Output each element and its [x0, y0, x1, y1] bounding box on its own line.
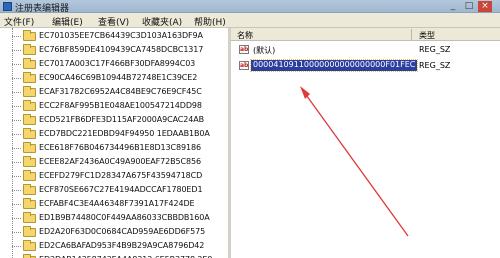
column-type-header[interactable]: 类型	[419, 30, 435, 41]
tree-item[interactable]: ECE618F76B046734496B1E8D13C89186	[0, 141, 228, 156]
folder-icon	[23, 240, 36, 251]
string-value-icon: ab	[239, 61, 249, 70]
folder-icon	[23, 58, 36, 69]
tree-item-label: EC701035EE7CB64439C3D103A163DF9A	[39, 31, 203, 40]
folder-icon	[23, 226, 36, 237]
tree-branch-line	[12, 120, 21, 121]
folder-icon	[23, 44, 36, 55]
title-bar: 注册表编辑器 _ □ ×	[0, 0, 500, 14]
value-type: REG_SZ	[419, 61, 451, 70]
tree-branch-line	[12, 218, 21, 219]
menu-edit[interactable]: 编辑(E)	[52, 15, 83, 28]
folder-icon	[23, 142, 36, 153]
value-row-selected[interactable]: ab 00004109110000000000000000F01FEC REG_…	[231, 59, 500, 73]
tree-item[interactable]: ECD521FB6DFE3D115AF2000A9CAC24AB	[0, 113, 228, 128]
tree-item[interactable]: ED2A20F63D0C0684CAD959AE6DD6F575	[0, 225, 228, 240]
folder-icon	[23, 156, 36, 167]
regedit-icon	[3, 2, 12, 11]
value-type: REG_SZ	[419, 45, 451, 54]
folder-icon	[23, 128, 36, 139]
minimize-button[interactable]: _	[446, 1, 460, 12]
value-row-default[interactable]: ab (默认) REG_SZ	[231, 43, 500, 57]
menu-file[interactable]: 文件(F)	[4, 15, 34, 28]
menu-favorites[interactable]: 收藏夹(A)	[142, 15, 182, 28]
folder-icon	[23, 184, 36, 195]
tree-item[interactable]: EC7017A003C17F466BF30DFA8994C03	[0, 57, 228, 72]
tree-item[interactable]: ECFABF4C3E4A46348F7391A17F424DE	[0, 197, 228, 212]
tree-item-label: ECEFD279FC1D28347A675F43594718CD	[39, 171, 203, 180]
column-name-header[interactable]: 名称	[237, 30, 253, 41]
tree-item[interactable]: ECAF31782C6952A4C84BE9C76E9CF45C	[0, 85, 228, 100]
menu-bar: 文件(F) 编辑(E) 查看(V) 收藏夹(A) 帮助(H)	[0, 13, 500, 28]
tree-item[interactable]: ED1B9B74480C0F449AA86033CBBDB160A	[0, 211, 228, 226]
menu-view[interactable]: 查看(V)	[98, 15, 129, 28]
tree-item[interactable]: ECEFD279FC1D28347A675F43594718CD	[0, 169, 228, 184]
tree-branch-line	[12, 78, 21, 79]
tree-branch-line	[12, 64, 21, 65]
tree-item-label: ECE618F76B046734496B1E8D13C89186	[39, 143, 201, 152]
string-value-icon: ab	[239, 45, 249, 54]
tree-branch-line	[12, 246, 21, 247]
maximize-button[interactable]: □	[462, 1, 476, 12]
tree-item-label: ED1B9B74480C0F449AA86033CBBDB160A	[39, 213, 210, 222]
folder-icon	[23, 72, 36, 83]
tree-branch-line	[12, 92, 21, 93]
tree-item[interactable]: EC76BF859DE4109439CA7458DCBC1317	[0, 43, 228, 58]
tree-branch-line	[12, 204, 21, 205]
tree-branch-line	[12, 232, 21, 233]
tree-item[interactable]: ED2CA6BAFAD953F4B9B29A9CA8796D42	[0, 239, 228, 254]
folder-icon	[23, 198, 36, 209]
tree-item-label: ECEE82AF2436A0C49A900EAF72B5C856	[39, 157, 201, 166]
tree-branch-line	[12, 106, 21, 107]
tree-branch-line	[12, 190, 21, 191]
tree-item[interactable]: ECC2F8AF995B1E048AE100547214DD98	[0, 99, 228, 114]
tree-item-label: ECD521FB6DFE3D115AF2000A9CAC24AB	[39, 115, 205, 124]
values-pane[interactable]: 名称 类型 ab (默认) REG_SZ ab 0000410911000000…	[231, 28, 500, 258]
tree-item-label: ED2CA6BAFAD953F4B9B29A9CA8796D42	[39, 241, 205, 250]
tree-branch-line	[12, 148, 21, 149]
tree-item-label: EC76BF859DE4109439CA7458DCBC1317	[39, 45, 204, 54]
tree-item[interactable]: ED2DAB14358743EA4A8312 6E5B3778 2E9	[0, 253, 228, 258]
tree-item-label: ECD7BDC221EDBD94F94950 1EDAAB1B0A	[39, 129, 210, 138]
tree-item-label: EC7017A003C17F466BF30DFA8994C03	[39, 59, 196, 68]
column-divider[interactable]	[411, 29, 412, 40]
tree-item[interactable]: ECD7BDC221EDBD94F94950 1EDAAB1B0A	[0, 127, 228, 142]
folder-icon	[23, 212, 36, 223]
tree-item-label: ED2A20F63D0C0684CAD959AE6DD6F575	[39, 227, 206, 236]
folder-icon	[23, 100, 36, 111]
tree-item-label: ECC2F8AF995B1E048AE100547214DD98	[39, 101, 202, 110]
tree-branch-line	[12, 50, 21, 51]
tree-item-label: ECAF31782C6952A4C84BE9C76E9CF45C	[39, 87, 202, 96]
tree-item[interactable]: ECF870SE667C27E4194ADCCAF1780ED1	[0, 183, 228, 198]
folder-icon	[23, 114, 36, 125]
tree-item-label: ECF870SE667C27E4194ADCCAF1780ED1	[39, 185, 203, 194]
folder-icon	[23, 86, 36, 97]
tree-item-label: EC90CA46C69B10944B72748E1C39CE2	[39, 73, 198, 82]
tree-item[interactable]: EC90CA46C69B10944B72748E1C39CE2	[0, 71, 228, 86]
registry-key-tree[interactable]: EC701035EE7CB64439C3D103A163DF9A EC76BF85…	[0, 28, 231, 258]
menu-help[interactable]: 帮助(H)	[194, 15, 226, 28]
tree-branch-line	[12, 162, 21, 163]
folder-icon	[23, 30, 36, 41]
tree-item[interactable]: ECEE82AF2436A0C49A900EAF72B5C856	[0, 155, 228, 170]
tree-item-label: ECFABF4C3E4A46348F7391A17F424DE	[39, 199, 195, 208]
tree-branch-line	[12, 134, 21, 135]
column-header: 名称 类型	[231, 28, 500, 41]
value-name: 00004109110000000000000000F01FEC	[249, 59, 419, 72]
value-name: (默认)	[253, 46, 276, 55]
folder-icon	[23, 170, 36, 181]
tree-branch-line	[12, 36, 21, 37]
tree-item[interactable]: EC701035EE7CB64439C3D103A163DF9A	[0, 29, 228, 44]
tree-branch-line	[12, 176, 21, 177]
close-button[interactable]: ×	[478, 1, 492, 12]
